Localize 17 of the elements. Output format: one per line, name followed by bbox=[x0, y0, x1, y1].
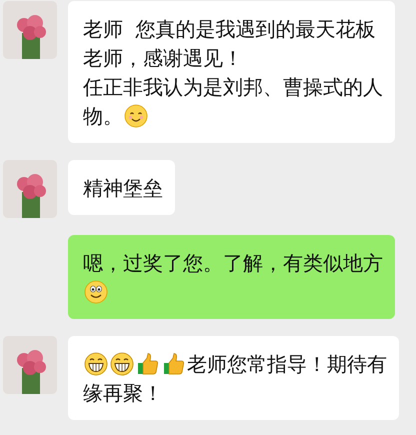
avatar-photo-placeholder[interactable] bbox=[3, 336, 57, 394]
message-text: 老师，感谢遇见！ bbox=[83, 44, 243, 70]
thumbs-up-icon bbox=[162, 352, 186, 376]
avatar-photo-placeholder[interactable] bbox=[3, 160, 57, 218]
message-text: 老师 您真的是我遇到的最天花板 bbox=[83, 16, 376, 42]
message-text: 嗯，过奖了您。了解，有类似地方 bbox=[83, 250, 383, 276]
message-text: 缘再聚！ bbox=[83, 380, 163, 406]
thumbs-up-icon bbox=[136, 352, 160, 376]
smiley-face-icon bbox=[84, 280, 108, 304]
message-text: 老师您常指导！期待有 bbox=[187, 350, 387, 376]
grinning-face-icon bbox=[84, 352, 108, 376]
grinning-face-icon bbox=[110, 352, 134, 376]
avatar-photo-placeholder[interactable] bbox=[3, 1, 57, 59]
message-text: 物。 bbox=[83, 102, 123, 128]
message-text: 精神堡垒 bbox=[83, 174, 163, 200]
message-text: 任正非我认为是刘邦、曹操式的人 bbox=[83, 74, 383, 100]
smiling-face-icon bbox=[124, 104, 148, 128]
